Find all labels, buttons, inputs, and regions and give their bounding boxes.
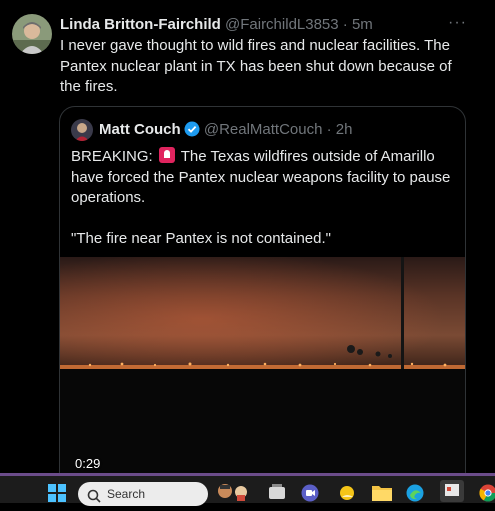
search-placeholder: Search [107, 482, 145, 506]
widgets-icon[interactable] [216, 481, 250, 508]
video-duration: 0:29 [75, 456, 100, 471]
breaking-prefix: BREAKING: [71, 148, 153, 165]
photos-icon[interactable] [440, 480, 464, 507]
tweet-text: I never gave thought to wild fires and n… [60, 36, 460, 98]
quoted-author-handle[interactable]: @RealMattCouch [204, 121, 323, 138]
verified-badge-icon [184, 121, 200, 137]
tweet-timestamp[interactable]: 5m [352, 16, 373, 33]
quoted-tweet-paragraph: "The fire near Pantex is not contained." [71, 229, 456, 250]
quoted-tweet-line2: "The fire near Pantex is not contained." [71, 230, 331, 247]
quoted-tweet-text: BREAKING: The Texas wildfires outside of… [71, 147, 456, 249]
more-options-icon[interactable]: ··· [448, 14, 467, 32]
quoted-tweet-card[interactable]: Matt Couch @RealMattCouch · 2h BREAKING:… [59, 106, 466, 488]
taskbar-search-box[interactable]: Search [78, 482, 208, 506]
quoted-tweet-paragraph: BREAKING: The Texas wildfires outside of… [71, 147, 456, 209]
separator-dot: · [343, 16, 348, 33]
weather-icon[interactable] [338, 484, 356, 507]
task-view-icon[interactable] [268, 484, 286, 505]
author-avatar[interactable] [12, 14, 52, 54]
video-player[interactable]: 0:29 [60, 257, 465, 487]
search-icon [87, 487, 101, 511]
wildfire-video-frame [60, 257, 465, 487]
quoted-tweet-header: Matt Couch @RealMattCouch · 2h [99, 120, 352, 140]
tweet-header: Linda Britton-Fairchild @FairchildL3853 … [60, 15, 485, 35]
author-handle[interactable]: @FairchildL3853 [225, 16, 339, 33]
separator-dot: · [327, 121, 332, 138]
author-name[interactable]: Linda Britton-Fairchild [60, 16, 221, 33]
quoted-author-avatar[interactable] [71, 119, 93, 141]
file-explorer-icon[interactable] [372, 484, 392, 506]
video-app-icon[interactable] [301, 484, 319, 507]
quoted-author-name[interactable]: Matt Couch [99, 121, 181, 138]
chrome-icon[interactable] [479, 484, 495, 507]
start-icon[interactable] [48, 484, 66, 507]
quoted-tweet-timestamp[interactable]: 2h [336, 121, 353, 138]
windows-taskbar: Search [0, 473, 495, 503]
siren-emoji-icon [159, 147, 175, 163]
edge-icon[interactable] [406, 484, 424, 507]
